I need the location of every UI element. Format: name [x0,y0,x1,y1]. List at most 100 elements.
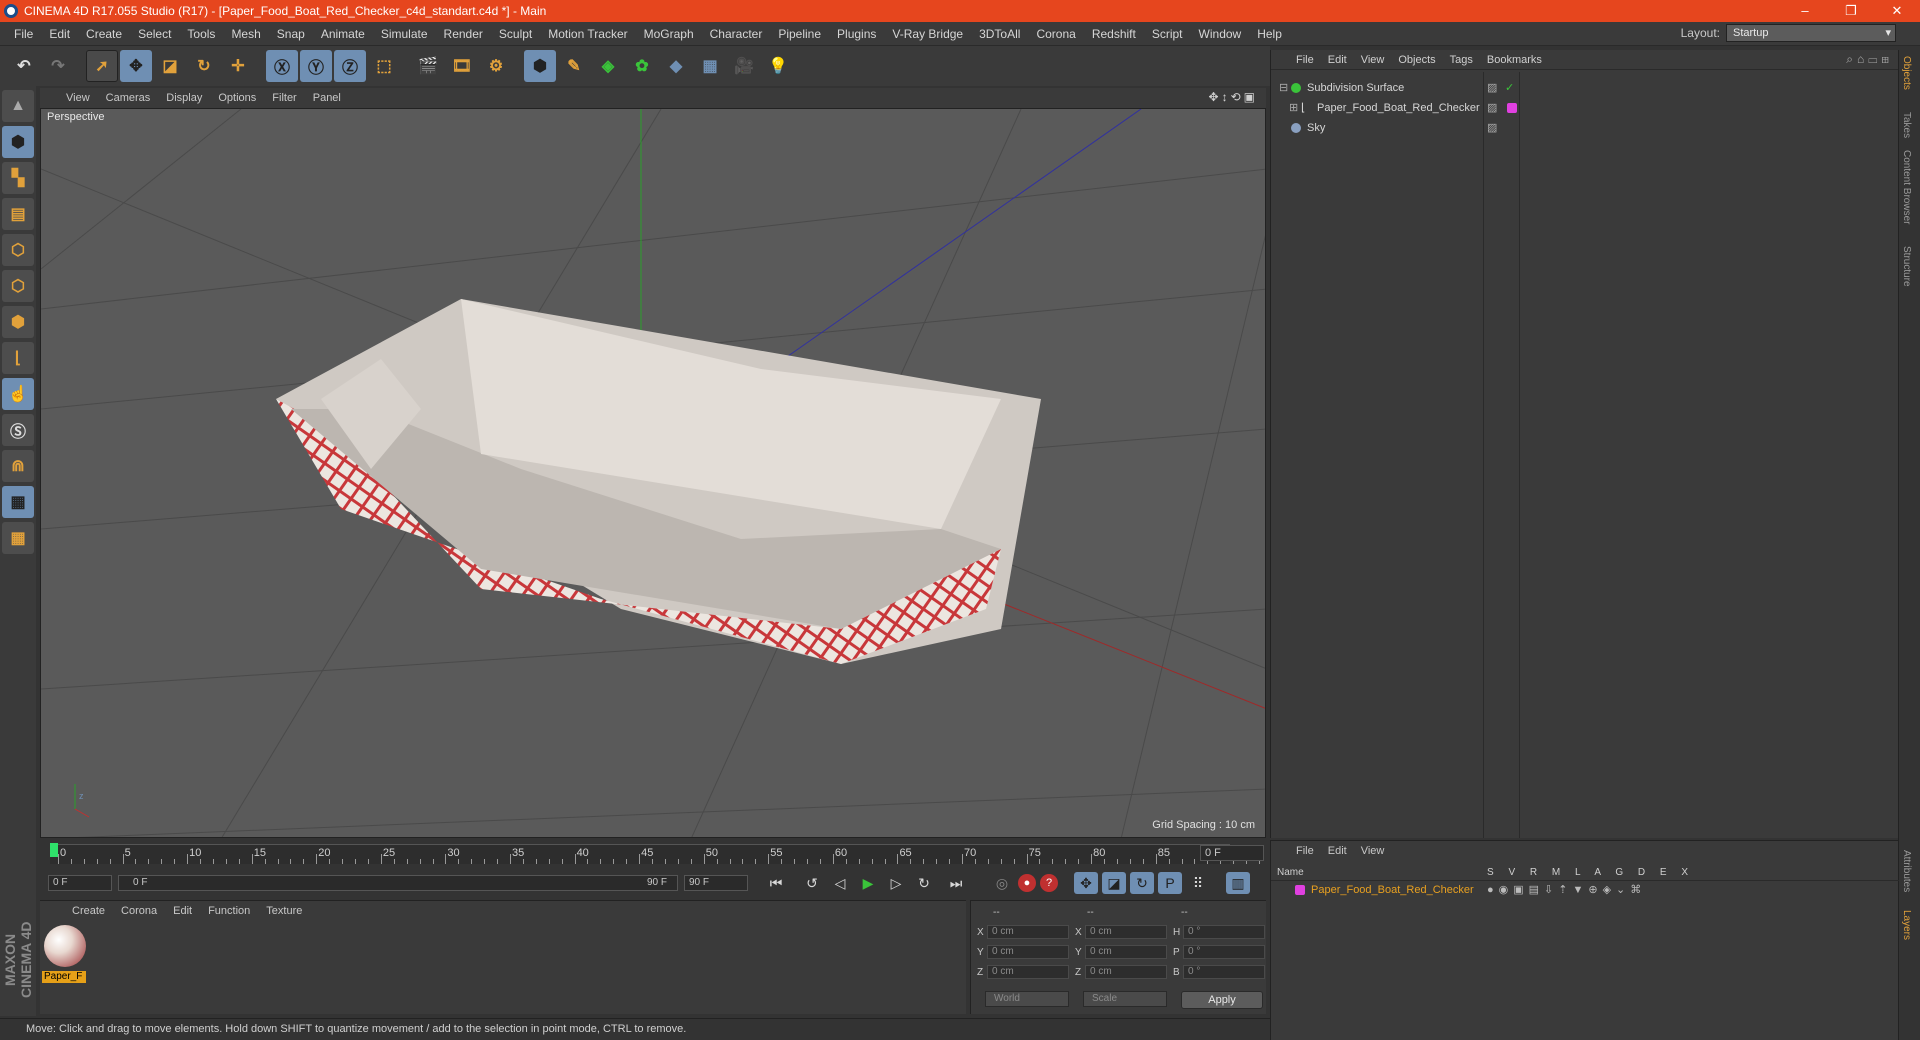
size-x-field[interactable]: 0 cm [1085,925,1167,939]
menu-edit[interactable]: Edit [41,27,78,41]
object-menu-view[interactable]: View [1354,54,1392,66]
points-mode-icon[interactable]: ⬡ [2,234,34,266]
material-menu-create[interactable]: Create [64,905,113,917]
tab-layers[interactable]: Layers [1901,910,1912,940]
previous-key-icon[interactable]: ↺ [800,872,824,894]
snap-icon[interactable]: Ⓢ [2,414,34,446]
menu-tools[interactable]: Tools [179,27,223,41]
viewport-menu-options[interactable]: Options [210,92,264,104]
tweak-mode-icon[interactable]: ☝ [2,378,34,410]
menu-corona[interactable]: Corona [1028,27,1083,41]
restore-button[interactable]: ❐ [1828,0,1874,22]
deformer-icon[interactable]: ◆ [660,50,692,82]
visibility-toggle-icon[interactable]: ▨ [1487,98,1497,118]
menu-window[interactable]: Window [1191,27,1250,41]
layer-menu-view[interactable]: View [1354,845,1392,857]
size-y-field[interactable]: 0 cm [1085,945,1167,959]
polygons-mode-icon[interactable]: ⬢ [2,306,34,338]
material-menu-corona[interactable]: Corona [113,905,165,917]
key-pla-icon[interactable]: ⠿ [1186,872,1210,894]
go-to-start-icon[interactable]: ⏮ [764,872,788,894]
menu-3dtoall[interactable]: 3DToAll [971,27,1028,41]
minimize-button[interactable]: – [1782,0,1828,22]
visibility-toggle-icon[interactable]: ▨ [1487,118,1497,138]
material-menu-texture[interactable]: Texture [258,905,310,917]
menu-pipeline[interactable]: Pipeline [770,27,829,41]
scale-tool-icon[interactable]: ◪ [154,50,186,82]
viewport-menu-panel[interactable]: Panel [305,92,349,104]
render-view-icon[interactable]: 🎬 [412,50,444,82]
menu-character[interactable]: Character [702,27,771,41]
rotation-p-field[interactable]: 0 ° [1183,945,1265,959]
autokey-icon[interactable]: ? [1040,874,1058,892]
object-menu-objects[interactable]: Objects [1391,54,1442,66]
object-menu-file[interactable]: File [1289,54,1321,66]
live-selection-icon[interactable]: ➚ [86,50,118,82]
step-back-icon[interactable]: ◁ [828,872,852,894]
tab-structure[interactable]: Structure [1901,246,1912,287]
current-frame-field[interactable]: 0 F [1200,845,1264,861]
menu-select[interactable]: Select [130,27,179,41]
menu-render[interactable]: Render [436,27,491,41]
enabled-check-icon[interactable]: ✓ [1505,78,1514,98]
axis-mode-icon[interactable]: ⌊ [2,342,34,374]
floor-icon[interactable]: ▦ [694,50,726,82]
menu-simulate[interactable]: Simulate [373,27,436,41]
timeline-window-icon[interactable]: ▥ [1226,872,1250,894]
light-icon[interactable]: 💡 [762,50,794,82]
viewport-menu-display[interactable]: Display [158,92,210,104]
position-x-field[interactable]: 0 cm [987,925,1069,939]
next-key-icon[interactable]: ↻ [912,872,936,894]
menu-file[interactable]: File [6,27,41,41]
go-to-end-icon[interactable]: ⏭ [944,872,968,894]
frame-range-slider[interactable]: 0 F 90 F [118,875,678,891]
recent-tool-icon[interactable]: ✛ [222,50,254,82]
apply-button[interactable]: Apply [1181,991,1263,1009]
render-settings-icon[interactable]: ⚙ [480,50,512,82]
layer-row[interactable]: Paper_Food_Boat_Red_Checker ●◉▣▤⇩⇡▼⊕◈⌄⌘ [1271,881,1899,899]
key-parameter-icon[interactable]: P [1158,872,1182,894]
menu-script[interactable]: Script [1144,27,1191,41]
end-frame-field[interactable]: 90 F [684,875,748,891]
menu-animate[interactable]: Animate [313,27,373,41]
rotate-tool-icon[interactable]: ↻ [188,50,220,82]
menu-vray-bridge[interactable]: V-Ray Bridge [884,27,971,41]
rotation-b-field[interactable]: 0 ° [1183,965,1265,979]
perspective-viewport[interactable]: z Perspective Grid Spacing : 10 cm [40,108,1266,838]
playhead-marker[interactable] [50,843,58,857]
magnet-icon[interactable]: ⋒ [2,450,34,482]
camera-icon[interactable]: 🎥 [728,50,760,82]
edges-mode-icon[interactable]: ⬡ [2,270,34,302]
workplane-lock-icon[interactable]: ▦ [2,486,34,518]
viewport-menu-filter[interactable]: Filter [264,92,304,104]
make-editable-icon[interactable]: ▲ [2,90,34,122]
x-axis-lock-icon[interactable]: Ⓧ [266,50,298,82]
menu-mesh[interactable]: Mesh [223,27,268,41]
timeline-ruler[interactable]: 051015202530354045505560657075808590 [40,840,1273,868]
rotation-h-field[interactable]: 0 ° [1183,925,1265,939]
material-preview-swatch[interactable] [44,925,86,967]
redo-icon[interactable]: ↷ [42,50,74,82]
layer-menu-edit[interactable]: Edit [1321,845,1354,857]
coordinate-space-select[interactable]: World [985,991,1069,1007]
layer-menu-file[interactable]: File [1289,845,1321,857]
texture-mode-icon[interactable]: ▚ [2,162,34,194]
undo-icon[interactable]: ↶ [8,50,40,82]
coordinate-system-icon[interactable]: ⬚ [368,50,400,82]
start-frame-field[interactable]: 0 F [48,875,112,891]
menu-sculpt[interactable]: Sculpt [491,27,540,41]
workplane-mode-icon[interactable]: ▤ [2,198,34,230]
object-menu-bookmarks[interactable]: Bookmarks [1480,54,1549,66]
menu-plugins[interactable]: Plugins [829,27,884,41]
record-active-icon[interactable]: ● [1018,874,1036,892]
cube-primitive-icon[interactable]: ⬢ [524,50,556,82]
layout-select[interactable]: Startup ▾ [1726,24,1896,42]
key-rotation-icon[interactable]: ↻ [1130,872,1154,894]
render-picture-viewer-icon[interactable]: 🎞 [446,50,478,82]
play-icon[interactable]: ▶ [856,872,880,894]
visibility-toggle-icon[interactable]: ▨ [1487,78,1497,98]
key-scale-icon[interactable]: ◪ [1102,872,1126,894]
move-tool-icon[interactable]: ✥ [120,50,152,82]
collapse-icon[interactable]: ⊟ [1279,78,1288,98]
z-axis-lock-icon[interactable]: Ⓩ [334,50,366,82]
